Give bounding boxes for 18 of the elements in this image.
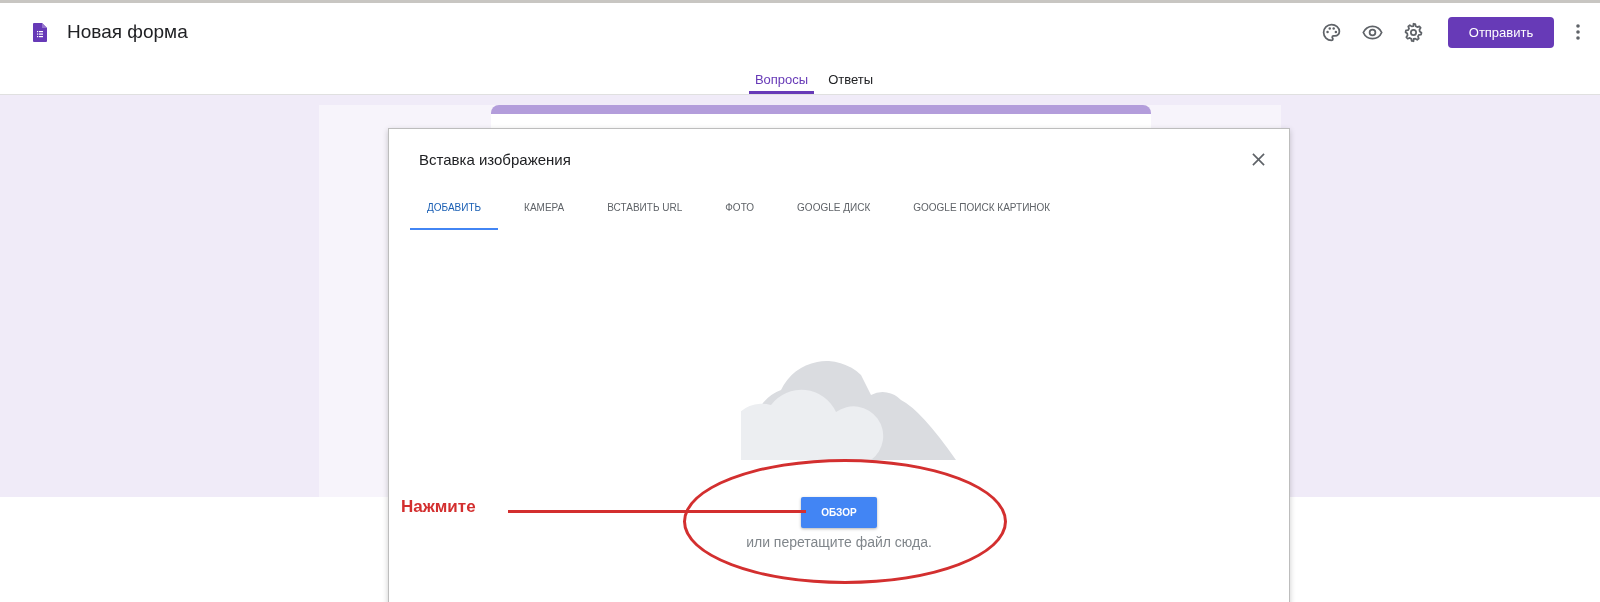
form-title[interactable]: Новая форма [67,21,188,43]
dialog-tab[interactable]: КАМЕРА [507,198,582,230]
settings-icon[interactable] [1403,21,1424,43]
dialog-tab[interactable]: GOOGLE ПОИСК КАРТИНОК [896,198,1068,230]
browse-button[interactable]: ОБЗОР [801,497,877,528]
dialog-tab[interactable]: ДОБАВИТЬ [410,198,499,230]
close-icon[interactable] [1252,153,1265,166]
annotation-label: Нажмите [401,497,476,517]
more-menu-icon[interactable] [1576,24,1580,40]
form-tab[interactable]: Ответы [822,61,880,94]
send-button[interactable]: Отправить [1448,16,1554,48]
form-doc-icon[interactable] [33,22,47,42]
dialog-title: Вставка изображения [419,151,571,168]
dialog-tab[interactable]: ВСТАВИТЬ URL [590,198,700,230]
palette-icon[interactable] [1321,21,1342,43]
drop-hint: или перетащите файл сюда. [746,534,932,550]
dialog-tab[interactable]: GOOGLE ДИСК [780,198,888,230]
dialog-tab[interactable]: ФОТО [708,198,772,230]
